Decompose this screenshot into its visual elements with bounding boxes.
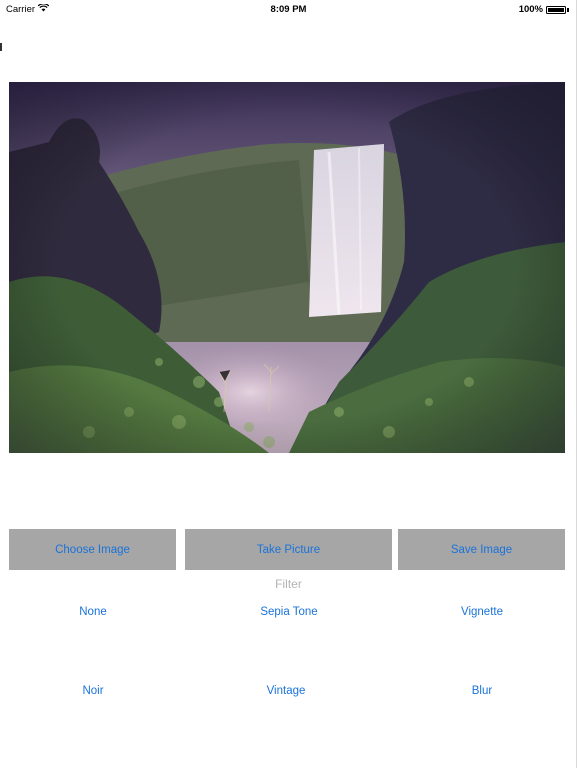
- save-image-button[interactable]: Save Image: [398, 529, 565, 570]
- battery-percent: 100%: [518, 4, 543, 15]
- filter-sepia-tone-button[interactable]: Sepia Tone: [219, 606, 359, 618]
- edge-mark: [0, 43, 2, 51]
- battery-tip: [567, 7, 569, 12]
- app-screen: Carrier 8:09 PM 100% Choose Image Take P…: [0, 0, 577, 768]
- battery-icon: [546, 5, 566, 14]
- choose-image-button[interactable]: Choose Image: [9, 529, 176, 570]
- filter-none-button[interactable]: None: [23, 606, 163, 618]
- filter-blur-button[interactable]: Blur: [412, 685, 552, 697]
- status-right: 100%: [519, 4, 569, 15]
- take-picture-button[interactable]: Take Picture: [185, 529, 392, 570]
- filter-title: Filter: [275, 577, 302, 591]
- waterfall-photo: [9, 82, 565, 453]
- status-time: 8:09 PM: [270, 4, 307, 15]
- status-bar: Carrier 8:09 PM 100%: [0, 0, 577, 18]
- filter-vintage-button[interactable]: Vintage: [216, 685, 356, 697]
- filter-noir-button[interactable]: Noir: [23, 685, 163, 697]
- filter-vignette-button[interactable]: Vignette: [412, 606, 552, 618]
